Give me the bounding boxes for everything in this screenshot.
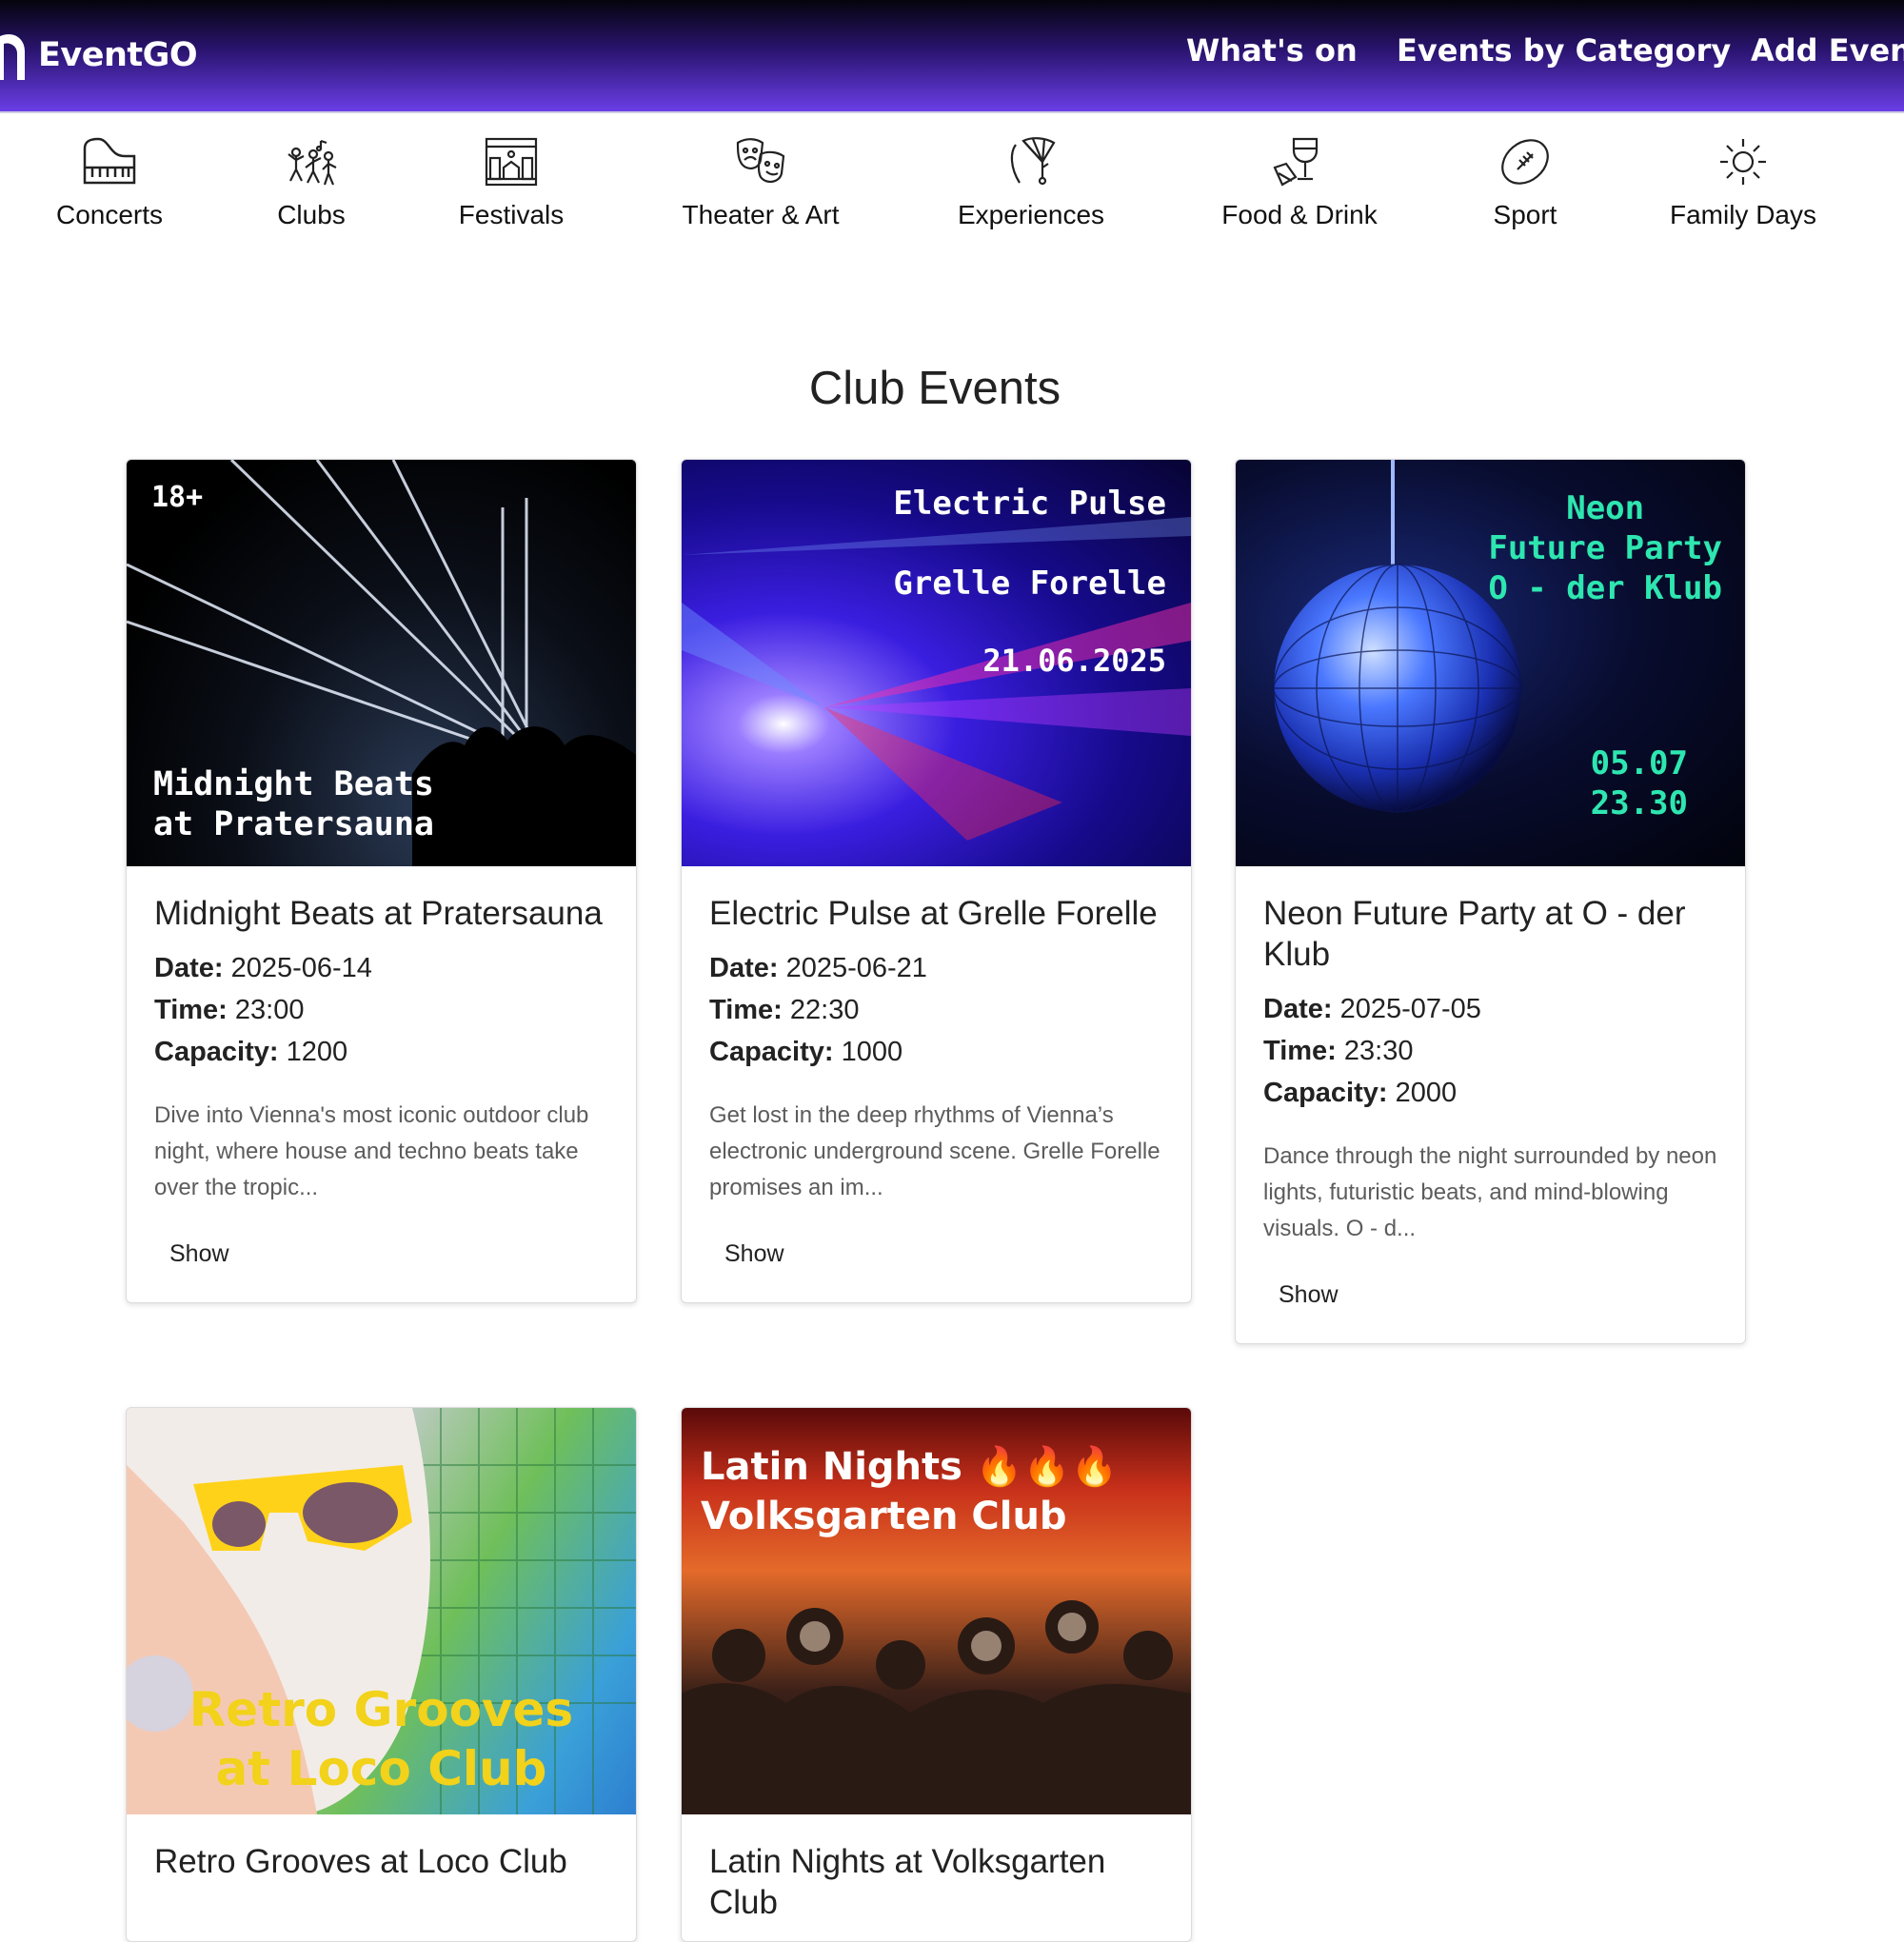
top-navbar: EventGO What's on Events by Category Add… [0, 0, 1904, 113]
category-sport[interactable]: Sport [1420, 135, 1630, 230]
event-poster-image[interactable]: Electric Pulse Grelle Forelle 21.06.2025 [682, 460, 1191, 866]
category-family-days[interactable]: Family Days [1638, 135, 1848, 230]
poster-datetime-text: 05.07 23.30 [1590, 744, 1688, 822]
category-theater-art[interactable]: Theater & Art [656, 135, 865, 230]
event-capacity: Capacity: 2000 [1263, 1078, 1458, 1108]
event-title: Latin Nights at Volksgarten Club [709, 1843, 1106, 1921]
event-time: Time: 23:00 [154, 995, 305, 1025]
nav-events-by-category-link[interactable]: Events by Category [1397, 32, 1731, 69]
event-title: Neon Future Party at O - der Klub [1263, 895, 1686, 973]
poster-age-badge: 18+ [151, 481, 204, 514]
nav-add-event-link[interactable]: Add Event [1751, 32, 1904, 69]
event-time: Time: 23:30 [1263, 1036, 1414, 1066]
poster-title-text: Midnight Beats at Pratersauna [153, 765, 435, 843]
event-description: Get lost in the deep rhythms of Vienna’s… [709, 1102, 1160, 1200]
event-date: Date: 2025-06-14 [154, 953, 372, 983]
category-concerts[interactable]: Concerts [5, 135, 214, 230]
piano-icon [83, 137, 136, 185]
category-label: Family Days [1669, 200, 1816, 229]
poster-line-date: 21.06.2025 [982, 643, 1166, 679]
category-label: Concerts [55, 200, 164, 229]
event-description: Dive into Vienna's most iconic outdoor c… [154, 1102, 589, 1200]
category-label: Festivals [458, 200, 565, 229]
theater-masks-icon [736, 138, 785, 183]
category-experiences[interactable]: Experiences [926, 135, 1136, 230]
poster-title-text: Latin Nights 🔥🔥🔥 Volksgarten Club [701, 1445, 1119, 1538]
poster-title-text: Neon Future Party O - der Klub [1488, 489, 1722, 607]
category-food-drink[interactable]: Food & Drink [1195, 135, 1404, 230]
event-card: Latin Nights 🔥🔥🔥 Volksgarten Club Latin … [681, 1407, 1192, 1942]
event-capacity: Capacity: 1200 [154, 1037, 348, 1067]
category-festivals[interactable]: Festivals [407, 135, 616, 230]
event-title: Retro Grooves at Loco Club [154, 1843, 567, 1880]
poster-line-venue: Grelle Forelle [893, 565, 1166, 603]
show-button[interactable]: Show [724, 1240, 784, 1268]
poster-line-event: Electric Pulse [893, 485, 1166, 523]
event-card: 18+ Midnight Beats at Pratersauna Midnig… [126, 459, 637, 1303]
show-button[interactable]: Show [169, 1240, 229, 1268]
event-description: Dance through the night surrounded by ne… [1263, 1143, 1717, 1241]
skydive-icon [1010, 137, 1056, 186]
event-card: Neon Future Party O - der Klub 05.07 23.… [1235, 459, 1746, 1344]
event-poster-image[interactable]: Latin Nights 🔥🔥🔥 Volksgarten Club [682, 1408, 1191, 1814]
page-title: Club Events [808, 363, 1061, 414]
football-icon [1501, 139, 1549, 185]
brand-name: EventGO [38, 36, 198, 74]
category-label: Sport [1493, 200, 1557, 229]
stage-icon [485, 137, 538, 187]
category-label: Food & Drink [1221, 200, 1378, 229]
category-clubs[interactable]: Clubs [207, 135, 416, 230]
sun-icon [1720, 139, 1766, 185]
nav-whats-on-link[interactable]: What's on [1186, 32, 1358, 69]
event-capacity: Capacity: 1000 [709, 1037, 903, 1067]
event-card: Electric Pulse Grelle Forelle 21.06.2025… [681, 459, 1192, 1303]
event-poster-image[interactable]: Neon Future Party O - der Klub 05.07 23.… [1236, 460, 1745, 866]
category-label: Clubs [277, 200, 346, 229]
event-title: Electric Pulse at Grelle Forelle [709, 895, 1158, 932]
category-label: Experiences [957, 200, 1105, 229]
event-poster-image[interactable]: Retro Grooves at Loco Club [127, 1408, 636, 1814]
show-button[interactable]: Show [1279, 1281, 1339, 1309]
event-date: Date: 2025-06-21 [709, 953, 927, 983]
eventgo-logo-icon [0, 33, 25, 80]
category-label: Theater & Art [682, 200, 840, 229]
wine-glass-icon [1273, 137, 1319, 187]
event-title: Midnight Beats at Pratersauna [154, 895, 603, 932]
event-time: Time: 22:30 [709, 995, 860, 1025]
event-date: Date: 2025-07-05 [1263, 994, 1481, 1024]
event-poster-image[interactable]: 18+ Midnight Beats at Pratersauna [127, 460, 636, 866]
brand-logo[interactable]: EventGO [0, 29, 198, 82]
dancers-icon [288, 139, 337, 186]
poster-title-text: Retro Grooves at Loco Club [188, 1682, 574, 1796]
event-card: Retro Grooves at Loco Club Retro Grooves… [126, 1407, 637, 1942]
